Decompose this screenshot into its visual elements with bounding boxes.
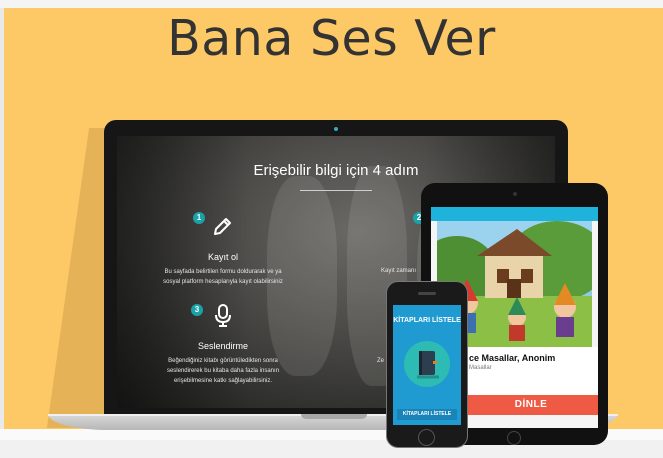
left-strip bbox=[0, 8, 4, 458]
laptop-notch bbox=[301, 414, 367, 419]
step-number-badge: 3 bbox=[191, 304, 203, 316]
listen-button[interactable]: DİNLE bbox=[464, 395, 598, 415]
tablet-home-button[interactable] bbox=[507, 431, 521, 445]
tablet-camera bbox=[513, 192, 517, 196]
step-number-badge: 1 bbox=[193, 212, 205, 224]
heading-divider bbox=[300, 190, 372, 191]
microphone-icon bbox=[213, 304, 233, 333]
phone-home-button[interactable] bbox=[418, 429, 435, 446]
page-title: Bana Ses Ver bbox=[167, 10, 496, 67]
step-description-line: erişebilmesine katkı sağlayabilirsiniz. bbox=[173, 378, 273, 384]
laptop-camera bbox=[334, 127, 338, 131]
hero-banner: Bana Ses Ver Erişebilir bilgi için 4 adı… bbox=[0, 0, 663, 458]
phone-app-title: KİTAPLARI LİSTELE bbox=[393, 317, 461, 324]
steps-heading: Erişebilir bilgi için 4 adım bbox=[253, 162, 419, 179]
notebook-icon[interactable] bbox=[404, 341, 450, 387]
phone-screen: KİTAPLARI LİSTELE KİTAPLARI LİSTELE bbox=[393, 305, 461, 425]
pencil-icon bbox=[211, 216, 233, 243]
book-subtitle: Masallar bbox=[469, 365, 492, 371]
book-title[interactable]: ce Masallar, Anonim bbox=[469, 353, 555, 363]
step-description-line: seslendirerek bu kitaba daha fazla insan… bbox=[166, 368, 280, 374]
step-description: Beğendiğiniz kitabı görüntüledikten sonr… bbox=[135, 356, 311, 386]
list-books-button[interactable]: KİTAPLARI LİSTELE bbox=[397, 409, 457, 420]
top-strip bbox=[0, 0, 663, 8]
tablet-app-header bbox=[431, 207, 598, 221]
step-description-line: Beğendiğiniz kitabı görüntüledikten sonr… bbox=[168, 358, 278, 364]
step-title: Seslendirme bbox=[197, 341, 249, 351]
step-description: Bu sayfada belirtilen formu doldurarak v… bbox=[137, 267, 309, 287]
phone-speaker bbox=[418, 292, 436, 295]
step-title: Kayıt ol bbox=[207, 252, 238, 262]
step-description-line: sosyal platform hesaplarıyla kayıt olabi… bbox=[163, 279, 283, 285]
step-description-line: Bu sayfada belirtilen formu doldurarak v… bbox=[164, 269, 282, 275]
